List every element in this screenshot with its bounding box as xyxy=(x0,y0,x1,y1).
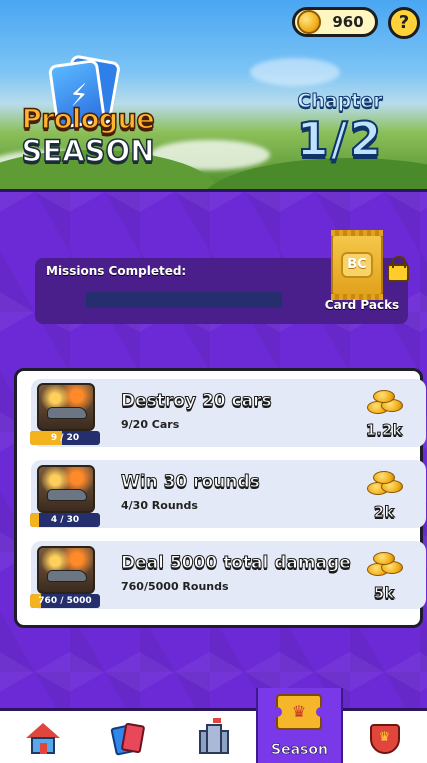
coin-amount: 960 xyxy=(332,13,364,31)
mission-thumbnail xyxy=(37,546,95,594)
nav-clan[interactable]: ♛ xyxy=(342,711,427,763)
mission-reward: 1.2k xyxy=(365,421,403,440)
cloud xyxy=(250,58,340,86)
season-title-line2: SEASON xyxy=(21,133,155,169)
coin-icon xyxy=(297,10,321,34)
coins-reward-icon xyxy=(363,547,407,577)
missions-progress-bar xyxy=(86,292,282,308)
mission-reward: 2k xyxy=(373,503,395,522)
shield-icon: ♛ xyxy=(369,722,401,756)
mission-progress-badge: 9 / 20 xyxy=(30,431,100,445)
mission-subtitle: 760/5000 Rounds xyxy=(121,580,229,593)
missions-list: 9 / 20 Destroy 20 cars 9/20 Cars 1.2k 4 … xyxy=(14,368,426,628)
coins-reward-icon xyxy=(363,466,407,496)
card-pack-label: Card Packs xyxy=(324,298,400,312)
ticket-icon: ♛ xyxy=(272,694,326,730)
coins-reward-icon xyxy=(363,385,407,415)
nav-cards[interactable] xyxy=(85,711,170,763)
nav-castle[interactable] xyxy=(171,711,256,763)
cards-icon xyxy=(109,721,145,756)
card-pack-logo: BC xyxy=(341,252,373,278)
mission-progress-badge: 4 / 30 xyxy=(30,513,100,527)
house-icon xyxy=(25,722,60,755)
mission-reward: 5k xyxy=(373,584,395,603)
missions-completed-label: Missions Completed: xyxy=(46,264,187,278)
mission-subtitle: 4/30 Rounds xyxy=(121,499,198,512)
mission-title: Destroy 20 cars xyxy=(121,391,273,412)
mission-subtitle: 9/20 Cars xyxy=(121,418,180,431)
mission-thumbnail xyxy=(37,383,95,431)
chapter-label: Chapter xyxy=(297,90,383,113)
bottom-nav: ♛ xyxy=(0,708,427,763)
help-button[interactable]: ? xyxy=(388,7,420,39)
mission-title: Deal 5000 total damage xyxy=(121,553,352,574)
lock-icon xyxy=(387,256,409,282)
nav-home[interactable] xyxy=(0,711,85,763)
coin-balance[interactable]: 960 xyxy=(292,7,378,37)
nav-season-label: Season xyxy=(271,742,329,759)
chapter-value: 1/2 xyxy=(296,111,384,167)
season-title-line1: Prologue xyxy=(21,103,155,136)
mission-title: Win 30 rounds xyxy=(121,472,261,493)
mission-thumbnail xyxy=(37,465,95,513)
mission-progress-badge: 760 / 5000 xyxy=(30,594,100,608)
castle-icon xyxy=(197,717,231,756)
card-pack-icon[interactable]: BC xyxy=(331,230,383,300)
